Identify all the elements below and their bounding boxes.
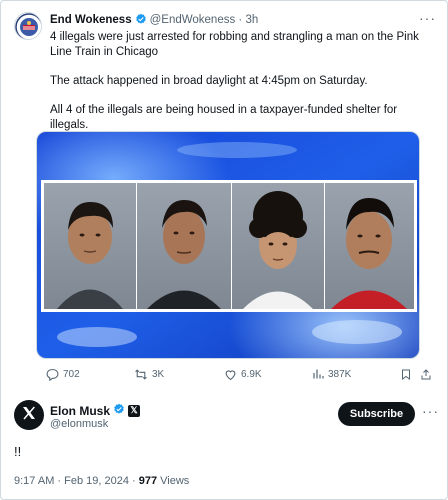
like-count: 6.9K [241, 369, 262, 380]
author-name[interactable]: Elon Musk [50, 404, 110, 418]
tweet-paragraph: 4 illegals were just arrested for robbin… [50, 31, 419, 58]
quoted-tweet-header: End Wokeness @EndWokeness · 3h [50, 13, 258, 28]
like-button[interactable]: 6.9K [224, 368, 262, 381]
x-logo-icon [21, 405, 37, 426]
main-tweet-text: !! [14, 444, 22, 459]
separator: · [238, 14, 243, 26]
reply-button[interactable]: 702 [46, 368, 80, 381]
views-count: 977 [138, 475, 158, 487]
repost-icon [134, 368, 148, 381]
author-handle[interactable]: @elonmusk [50, 418, 108, 430]
more-icon[interactable]: ··· [422, 403, 439, 419]
views-button[interactable]: 387K [312, 368, 351, 380]
author-handle[interactable]: @EndWokeness [150, 14, 236, 26]
repost-count: 3K [152, 369, 165, 380]
main-author: Elon Musk 𝕏 [50, 403, 141, 418]
like-icon [224, 368, 237, 381]
mugshot-image [37, 132, 419, 358]
reply-icon [46, 368, 59, 381]
tweet-timestamp[interactable]: 9:17 AM · Feb 19, 2024 · [14, 475, 139, 487]
bookmark-icon [400, 368, 412, 381]
tweet-meta: 9:17 AM · Feb 19, 2024 · 977 Views [14, 475, 189, 487]
tweet-paragraph: The attack happened in broad daylight at… [50, 75, 368, 87]
more-icon[interactable]: ··· [419, 10, 436, 26]
views-label: Views [157, 475, 190, 487]
share-button[interactable] [420, 368, 432, 381]
quoted-tweet-actions: 702 3K 6.9K 387K [36, 368, 431, 386]
elon-musk-avatar[interactable] [14, 400, 44, 430]
tweet-time[interactable]: 3h [245, 14, 258, 26]
repost-button[interactable]: 3K [134, 368, 164, 381]
quoted-tweet-text: 4 illegals were just arrested for robbin… [50, 30, 430, 147]
x-affiliate-badge-icon: 𝕏 [128, 404, 141, 417]
verified-badge-icon [135, 13, 147, 28]
tweet-media-image[interactable] [36, 131, 420, 359]
end-wokeness-avatar[interactable] [14, 12, 42, 40]
views-icon [312, 368, 324, 380]
bookmark-button[interactable] [400, 368, 412, 381]
verified-badge-icon [113, 403, 125, 418]
reply-count: 702 [63, 369, 80, 380]
views-count: 387K [328, 368, 352, 380]
tweet-paragraph: All 4 of the illegals are being housed i… [50, 104, 398, 131]
share-icon [420, 368, 432, 381]
subscribe-button[interactable]: Subscribe [338, 402, 415, 426]
author-name[interactable]: End Wokeness [50, 14, 132, 26]
